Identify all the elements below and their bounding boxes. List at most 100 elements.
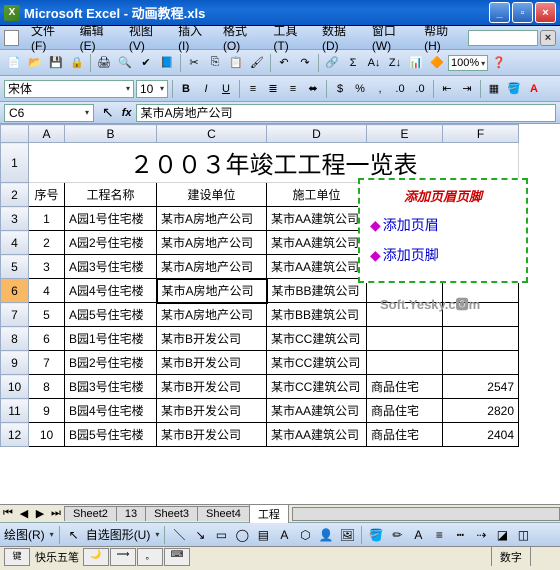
menu-tools[interactable]: 工具(T) (267, 20, 316, 55)
data-cell[interactable]: B园5号住宅楼 (65, 423, 157, 447)
worksheet-grid[interactable]: A B C D E F 1 ２００３年竣工工程一览表 2 序号 工程名称 建设单… (0, 124, 560, 504)
chart-icon[interactable]: 📊 (406, 53, 426, 73)
autosum-icon[interactable]: Σ (343, 53, 363, 73)
align-center-icon[interactable]: ≣ (264, 80, 282, 98)
data-cell[interactable] (443, 351, 519, 375)
data-cell[interactable]: 某市A房地产公司 (157, 279, 267, 303)
header-cell[interactable]: 工程名称 (65, 183, 157, 207)
data-cell[interactable]: 某市AA建筑公司 (267, 207, 367, 231)
horizontal-scrollbar[interactable] (292, 507, 560, 521)
data-cell[interactable]: 8 (29, 375, 65, 399)
autoshapes-menu[interactable]: 自选图形(U) (86, 526, 151, 543)
data-cell[interactable]: A园3号住宅楼 (65, 255, 157, 279)
data-cell[interactable]: 某市B开发公司 (157, 399, 267, 423)
data-cell[interactable]: 某市B开发公司 (157, 375, 267, 399)
sort-desc-icon[interactable]: Z↓ (385, 53, 405, 73)
data-cell[interactable] (367, 351, 443, 375)
select-objects-icon[interactable]: ↖ (65, 526, 83, 544)
data-cell[interactable]: 3 (29, 255, 65, 279)
row-header[interactable]: 3 (1, 207, 29, 231)
sheet-tab[interactable]: Sheet4 (197, 506, 250, 521)
percent-icon[interactable]: % (351, 80, 369, 98)
line-icon[interactable]: ＼ (170, 526, 188, 544)
menu-item-add-footer[interactable]: ◆添加页脚 (370, 245, 516, 265)
dash-style-icon[interactable]: ┅ (451, 526, 469, 544)
borders-icon[interactable]: ▦ (485, 80, 503, 98)
data-cell[interactable]: 某市A房地产公司 (157, 231, 267, 255)
data-cell[interactable]: 某市CC建筑公司 (267, 327, 367, 351)
data-cell[interactable]: 7 (29, 351, 65, 375)
data-cell[interactable]: 某市CC建筑公司 (267, 375, 367, 399)
row-header[interactable]: 7 (1, 303, 29, 327)
ime-shape-icon[interactable]: ⟶ (110, 548, 136, 566)
row-header[interactable]: 9 (1, 351, 29, 375)
close-button[interactable]: × (535, 2, 556, 23)
menu-insert[interactable]: 插入(I) (172, 20, 217, 55)
data-cell[interactable]: 某市A房地产公司 (157, 303, 267, 327)
redo-icon[interactable]: ↷ (295, 53, 315, 73)
row-header[interactable]: 12 (1, 423, 29, 447)
align-right-icon[interactable]: ≡ (284, 80, 302, 98)
data-cell[interactable]: 9 (29, 399, 65, 423)
name-box[interactable]: C6▾ (4, 104, 94, 122)
data-cell[interactable]: 商品住宅 (367, 399, 443, 423)
ime-icon[interactable]: 键 (4, 548, 30, 566)
spell-icon[interactable]: ✔ (136, 53, 156, 73)
paste-icon[interactable]: 📋 (226, 53, 246, 73)
data-cell[interactable] (443, 327, 519, 351)
maximize-button[interactable]: ▫ (512, 2, 533, 23)
cut-icon[interactable]: ✂ (184, 53, 204, 73)
arrow-style-icon[interactable]: ⇢ (472, 526, 490, 544)
menu-edit[interactable]: 编辑(E) (74, 20, 123, 55)
rectangle-icon[interactable]: ▭ (212, 526, 230, 544)
row-header[interactable]: 4 (1, 231, 29, 255)
doc-close-button[interactable]: × (540, 30, 556, 46)
line-style-icon[interactable]: ≡ (430, 526, 448, 544)
sheet-tab[interactable]: Sheet2 (64, 506, 117, 521)
ime-mode-icon[interactable]: 🌙 (83, 548, 109, 566)
data-cell[interactable]: 某市A房地产公司 (157, 255, 267, 279)
data-cell[interactable]: 某市AA建筑公司 (267, 399, 367, 423)
data-cell[interactable]: A园2号住宅楼 (65, 231, 157, 255)
3d-icon[interactable]: ◫ (514, 526, 532, 544)
copy-icon[interactable]: ⎘ (205, 53, 225, 73)
data-cell[interactable]: 某市AA建筑公司 (267, 255, 367, 279)
menu-view[interactable]: 视图(V) (123, 20, 172, 55)
row-header[interactable]: 2 (1, 183, 29, 207)
merge-center-icon[interactable]: ⬌ (304, 80, 322, 98)
data-cell[interactable]: 1 (29, 207, 65, 231)
clipart-icon[interactable]: 👤 (317, 526, 335, 544)
minimize-button[interactable]: _ (489, 2, 510, 23)
align-left-icon[interactable]: ≡ (244, 80, 262, 98)
help-search-box[interactable] (468, 30, 538, 46)
oval-icon[interactable]: ◯ (233, 526, 251, 544)
tab-nav-last-icon[interactable]: ⏭ (48, 506, 64, 522)
fill-color-icon[interactable]: 🪣 (367, 526, 385, 544)
picture-icon[interactable]: 🖼 (338, 526, 356, 544)
data-cell[interactable]: 某市AA建筑公司 (267, 423, 367, 447)
font-name-box[interactable]: 宋体▾ (4, 80, 134, 98)
underline-button[interactable]: U (217, 80, 235, 98)
data-cell[interactable]: 商品住宅 (367, 423, 443, 447)
italic-button[interactable]: I (197, 80, 215, 98)
sheet-tab-active[interactable]: 工程 (249, 504, 289, 523)
header-cell[interactable]: 序号 (29, 183, 65, 207)
data-cell[interactable]: 6 (29, 327, 65, 351)
row-header[interactable]: 8 (1, 327, 29, 351)
data-cell[interactable]: 4 (29, 279, 65, 303)
increase-indent-icon[interactable]: ⇥ (458, 80, 476, 98)
undo-icon[interactable]: ↶ (274, 53, 294, 73)
data-cell[interactable]: 5 (29, 303, 65, 327)
row-header[interactable]: 11 (1, 399, 29, 423)
sheet-tab[interactable]: 13 (116, 506, 146, 521)
document-icon[interactable] (4, 30, 19, 46)
currency-icon[interactable]: $ (331, 80, 349, 98)
open-icon[interactable]: 📂 (25, 53, 45, 73)
title-cell[interactable]: ２００３年竣工工程一览表 (29, 143, 519, 183)
help-icon[interactable]: ❓ (489, 53, 509, 73)
shadow-icon[interactable]: ◪ (493, 526, 511, 544)
sheet-tab[interactable]: Sheet3 (145, 506, 198, 521)
ime-punct-icon[interactable]: 。 (137, 548, 163, 566)
preview-icon[interactable]: 🔍 (115, 53, 135, 73)
tab-nav-first-icon[interactable]: ⏮ (0, 506, 16, 522)
